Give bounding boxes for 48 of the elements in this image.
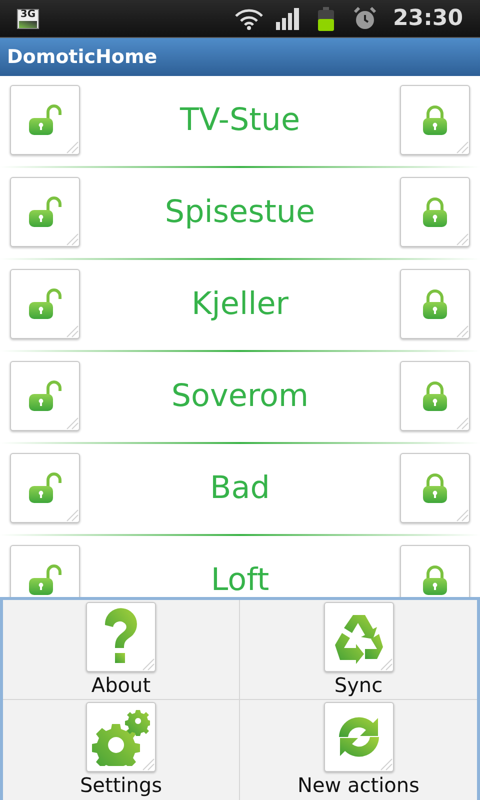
folded-corner-icon [378, 657, 392, 671]
signal-icon [276, 8, 300, 30]
unlocked-padlock-icon [28, 379, 62, 413]
unlock-button[interactable] [10, 361, 80, 431]
unlock-button[interactable] [10, 177, 80, 247]
clock-time: 23:30 [392, 5, 463, 33]
menu-item[interactable]: New actions [240, 700, 477, 800]
lock-button[interactable] [400, 269, 470, 339]
folded-corner-icon [455, 232, 469, 246]
room-name: TV-Stue [180, 100, 300, 140]
folded-corner-icon [65, 508, 79, 522]
folded-corner-icon [141, 657, 155, 671]
unlocked-padlock-icon [28, 103, 62, 137]
unlock-button[interactable] [10, 85, 80, 155]
battery-icon [316, 6, 335, 30]
lock-button[interactable] [400, 361, 470, 431]
folded-corner-icon [454, 416, 469, 430]
room-name: Bad [210, 468, 270, 508]
lock-button[interactable] [400, 177, 470, 247]
menu-item[interactable]: About [3, 600, 240, 700]
folded-corner-icon [378, 757, 392, 771]
lock-button[interactable] [400, 453, 470, 523]
folded-corner-icon [65, 324, 79, 338]
menu-item[interactable]: Sync [240, 600, 477, 700]
unlocked-padlock-icon [28, 195, 62, 229]
gears-icon [92, 708, 150, 766]
unlocked-padlock-icon [28, 471, 62, 505]
unlocked-padlock-icon [28, 287, 62, 321]
unlock-button[interactable] [10, 269, 80, 339]
room-name: Loft [210, 560, 270, 600]
app-title: DomoticHome [7, 44, 158, 70]
folded-corner-icon [454, 140, 469, 154]
folded-corner-icon [65, 416, 79, 430]
alarm-clock-icon [352, 6, 377, 30]
menu-item[interactable]: Settings [3, 700, 240, 800]
network-badge: 3G [17, 8, 39, 28]
room-name: Kjeller [191, 284, 289, 324]
unlock-button[interactable] [10, 453, 80, 523]
room-name: Spisestue [164, 192, 316, 232]
folded-corner-icon [65, 232, 79, 246]
folded-corner-icon [455, 324, 469, 338]
unlocked-padlock-icon [28, 563, 62, 597]
folded-corner-icon [454, 508, 469, 522]
wifi-icon [234, 8, 264, 30]
room-name: Soverom [171, 376, 309, 416]
lock-button[interactable] [400, 85, 470, 155]
folded-corner-icon [141, 757, 155, 771]
folded-corner-icon [65, 140, 79, 154]
